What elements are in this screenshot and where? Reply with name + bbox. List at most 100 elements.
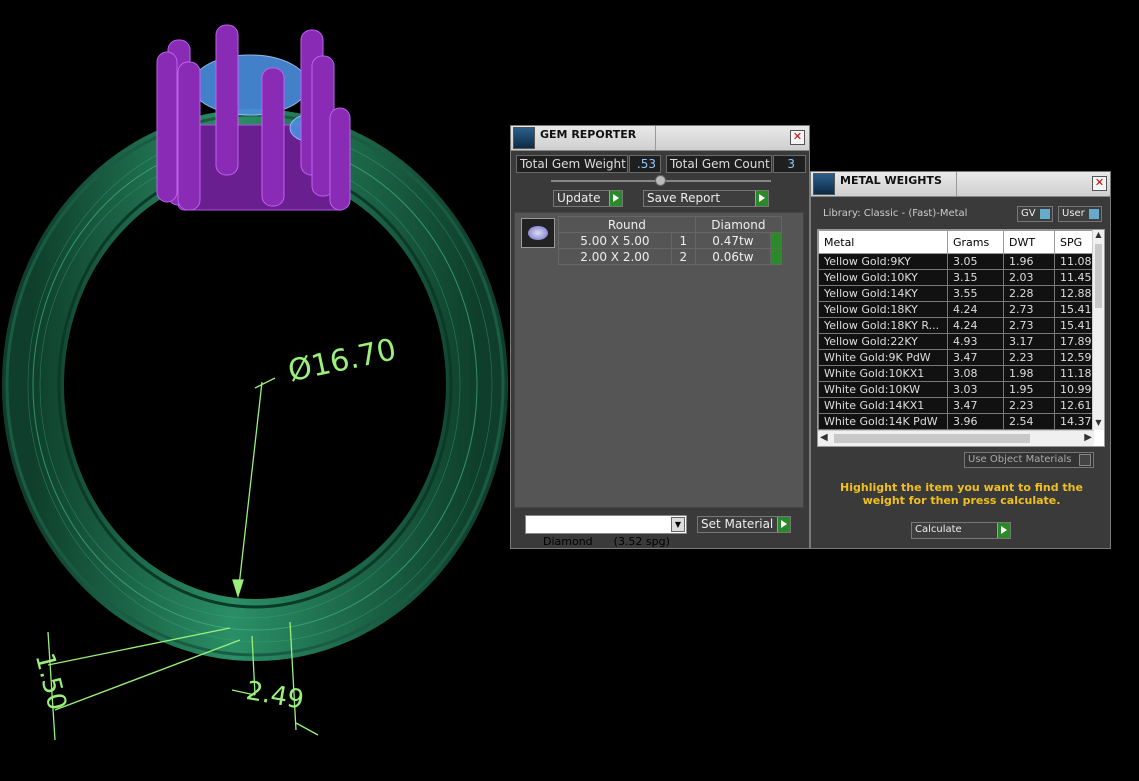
metal-grams: 4.24	[947, 301, 1004, 318]
metal-name: Yellow Gold:18KY R...	[818, 317, 948, 334]
metal-grams: 3.03	[947, 381, 1004, 398]
gem-weight: 0.06tw	[694, 248, 772, 265]
gem-reporter-titlebar[interactable]: GEM REPORTER ✕	[511, 126, 809, 151]
horizontal-scrollbar[interactable]: ◀ ▶	[818, 430, 1094, 446]
scroll-thumb[interactable]	[1095, 244, 1102, 308]
metal-table-header: Metal Grams DWT SPG	[818, 230, 1094, 254]
metal-name: Yellow Gold:18KY	[818, 301, 948, 318]
table-row[interactable]: Yellow Gold:10KY 3.15 2.03 11.45	[818, 269, 1094, 286]
user-toggle[interactable]: User	[1058, 206, 1102, 222]
row-select-button[interactable]	[770, 232, 782, 249]
size-slider[interactable]	[551, 175, 771, 186]
table-row[interactable]: Yellow Gold:22KY 4.93 3.17 17.89	[818, 333, 1094, 350]
metal-name: Yellow Gold:10KY	[818, 269, 948, 286]
metal-rows: Yellow Gold:9KY 3.05 1.96 11.08 Yellow Gold:…	[818, 253, 1094, 430]
go-icon	[997, 523, 1010, 538]
scroll-right-icon[interactable]: ▶	[1084, 432, 1092, 443]
metal-weights-titlebar[interactable]: METAL WEIGHTS ✕	[811, 172, 1110, 197]
metal-grams: 3.96	[947, 413, 1004, 430]
gem-group-header: Round Diamond	[558, 216, 783, 233]
round-gem-icon	[521, 218, 555, 248]
metal-name: White Gold:10KW	[818, 381, 948, 398]
use-object-materials-checkbox[interactable]: Use Object Materials	[964, 452, 1094, 468]
table-row[interactable]: Yellow Gold:18KY 4.24 2.73 15.41	[818, 301, 1094, 318]
table-row[interactable]: Yellow Gold:14KY 3.55 2.28 12.88	[818, 285, 1094, 302]
toggle-indicator	[1089, 209, 1099, 219]
calculate-button[interactable]: Calculate	[911, 522, 1011, 539]
instruction-text: Highlight the item you want to find the …	[840, 481, 1083, 507]
gem-weight: 0.47tw	[694, 232, 772, 249]
metal-dwt: 1.98	[1003, 365, 1055, 382]
gem-count: 2	[670, 248, 696, 265]
metal-dwt: 1.95	[1003, 381, 1055, 398]
table-row[interactable]: White Gold:10KX1 3.08 1.98 11.18	[818, 365, 1094, 382]
metal-dwt: 2.23	[1003, 397, 1055, 414]
scroll-thumb[interactable]	[834, 434, 1030, 443]
metal-weights-app-icon	[813, 173, 835, 195]
column-header[interactable]: SPG	[1054, 230, 1094, 254]
metal-spg: 15.41	[1054, 317, 1094, 334]
table-row[interactable]: White Gold:14KX1 3.47 2.23 12.61	[818, 397, 1094, 414]
table-row[interactable]: White Gold:9K PdW 3.47 2.23 12.59	[818, 349, 1094, 366]
material-select[interactable]: Diamond (3.52 spg) ▼	[525, 515, 687, 548]
metal-dwt: 3.17	[1003, 333, 1055, 350]
metal-spg: 12.59	[1054, 349, 1094, 366]
gem-list-area[interactable]: Round Diamond 5.00 X 5.00 1 0.47tw 2.00 …	[514, 212, 804, 508]
metal-name: White Gold:9K PdW	[818, 349, 948, 366]
metal-grams: 4.93	[947, 333, 1004, 350]
metal-table: Metal Grams DWT SPG Yellow Gold:9KY 3.05 1…	[818, 230, 1094, 430]
gem-size: 2.00 X 2.00	[558, 248, 672, 265]
metal-name: Yellow Gold:9KY	[818, 253, 948, 270]
table-row[interactable]: 5.00 X 5.00 1 0.47tw	[558, 232, 782, 249]
slider-handle[interactable]	[655, 175, 666, 186]
table-row[interactable]: Yellow Gold:18KY R... 4.24 2.73 15.41	[818, 317, 1094, 334]
metal-grams: 3.55	[947, 285, 1004, 302]
gem-reporter-title: GEM REPORTER	[540, 128, 637, 141]
gem-reporter-app-icon	[513, 127, 535, 149]
gem-size: 5.00 X 5.00	[558, 232, 672, 249]
table-row[interactable]: White Gold:10KW 3.03 1.95 10.99	[818, 381, 1094, 398]
close-icon[interactable]: ✕	[1092, 176, 1107, 191]
metal-spg: 17.89	[1054, 333, 1094, 350]
save-report-button[interactable]: Save Report	[643, 190, 769, 207]
column-header[interactable]: Grams	[947, 230, 1004, 254]
metal-name: Yellow Gold:14KY	[818, 285, 948, 302]
table-row[interactable]: 2.00 X 2.00 2 0.06tw	[558, 248, 782, 265]
close-icon[interactable]: ✕	[790, 130, 805, 145]
table-row[interactable]: Yellow Gold:9KY 3.05 1.96 11.08	[818, 253, 1094, 270]
metal-grams: 4.24	[947, 317, 1004, 334]
metal-spg: 10.99	[1054, 381, 1094, 398]
column-header[interactable]: DWT	[1003, 230, 1055, 254]
row-select-button[interactable]	[770, 248, 782, 265]
metal-spg: 14.37	[1054, 413, 1094, 430]
scroll-up-icon[interactable]: ▲	[1093, 230, 1104, 242]
metal-name: Yellow Gold:22KY	[818, 333, 948, 350]
metal-dwt: 2.28	[1003, 285, 1055, 302]
library-label: Library: Classic - (Fast)-Metal	[823, 208, 968, 219]
metal-grams: 3.08	[947, 365, 1004, 382]
metal-weights-title: METAL WEIGHTS	[840, 174, 942, 187]
scroll-left-icon[interactable]: ◀	[820, 432, 828, 443]
metal-table-container[interactable]: Metal Grams DWT SPG Yellow Gold:9KY 3.05 1…	[817, 229, 1105, 447]
chevron-down-icon[interactable]: ▼	[671, 517, 685, 532]
metal-spg: 11.45	[1054, 269, 1094, 286]
metal-dwt: 2.73	[1003, 317, 1055, 334]
toggle-indicator	[1040, 209, 1050, 219]
set-material-button[interactable]: Set Material	[697, 516, 791, 533]
metal-dwt: 2.54	[1003, 413, 1055, 430]
metal-spg: 11.18	[1054, 365, 1094, 382]
metal-dwt: 2.23	[1003, 349, 1055, 366]
vertical-scrollbar[interactable]: ▲ ▼	[1092, 230, 1104, 430]
update-button[interactable]: Update	[553, 190, 623, 207]
go-icon	[777, 517, 790, 532]
gv-toggle[interactable]: GV	[1017, 206, 1053, 222]
gem-group-table: Round Diamond 5.00 X 5.00 1 0.47tw 2.00 …	[558, 216, 783, 265]
table-row[interactable]: White Gold:14K PdW 3.96 2.54 14.37	[818, 413, 1094, 430]
metal-spg: 12.88	[1054, 285, 1094, 302]
scroll-down-icon[interactable]: ▼	[1093, 418, 1104, 430]
go-icon	[609, 191, 622, 206]
metal-grams: 3.47	[947, 349, 1004, 366]
gem-material: Diamond	[694, 216, 783, 233]
metal-name: White Gold:14K PdW	[818, 413, 948, 430]
column-header[interactable]: Metal	[818, 230, 948, 254]
